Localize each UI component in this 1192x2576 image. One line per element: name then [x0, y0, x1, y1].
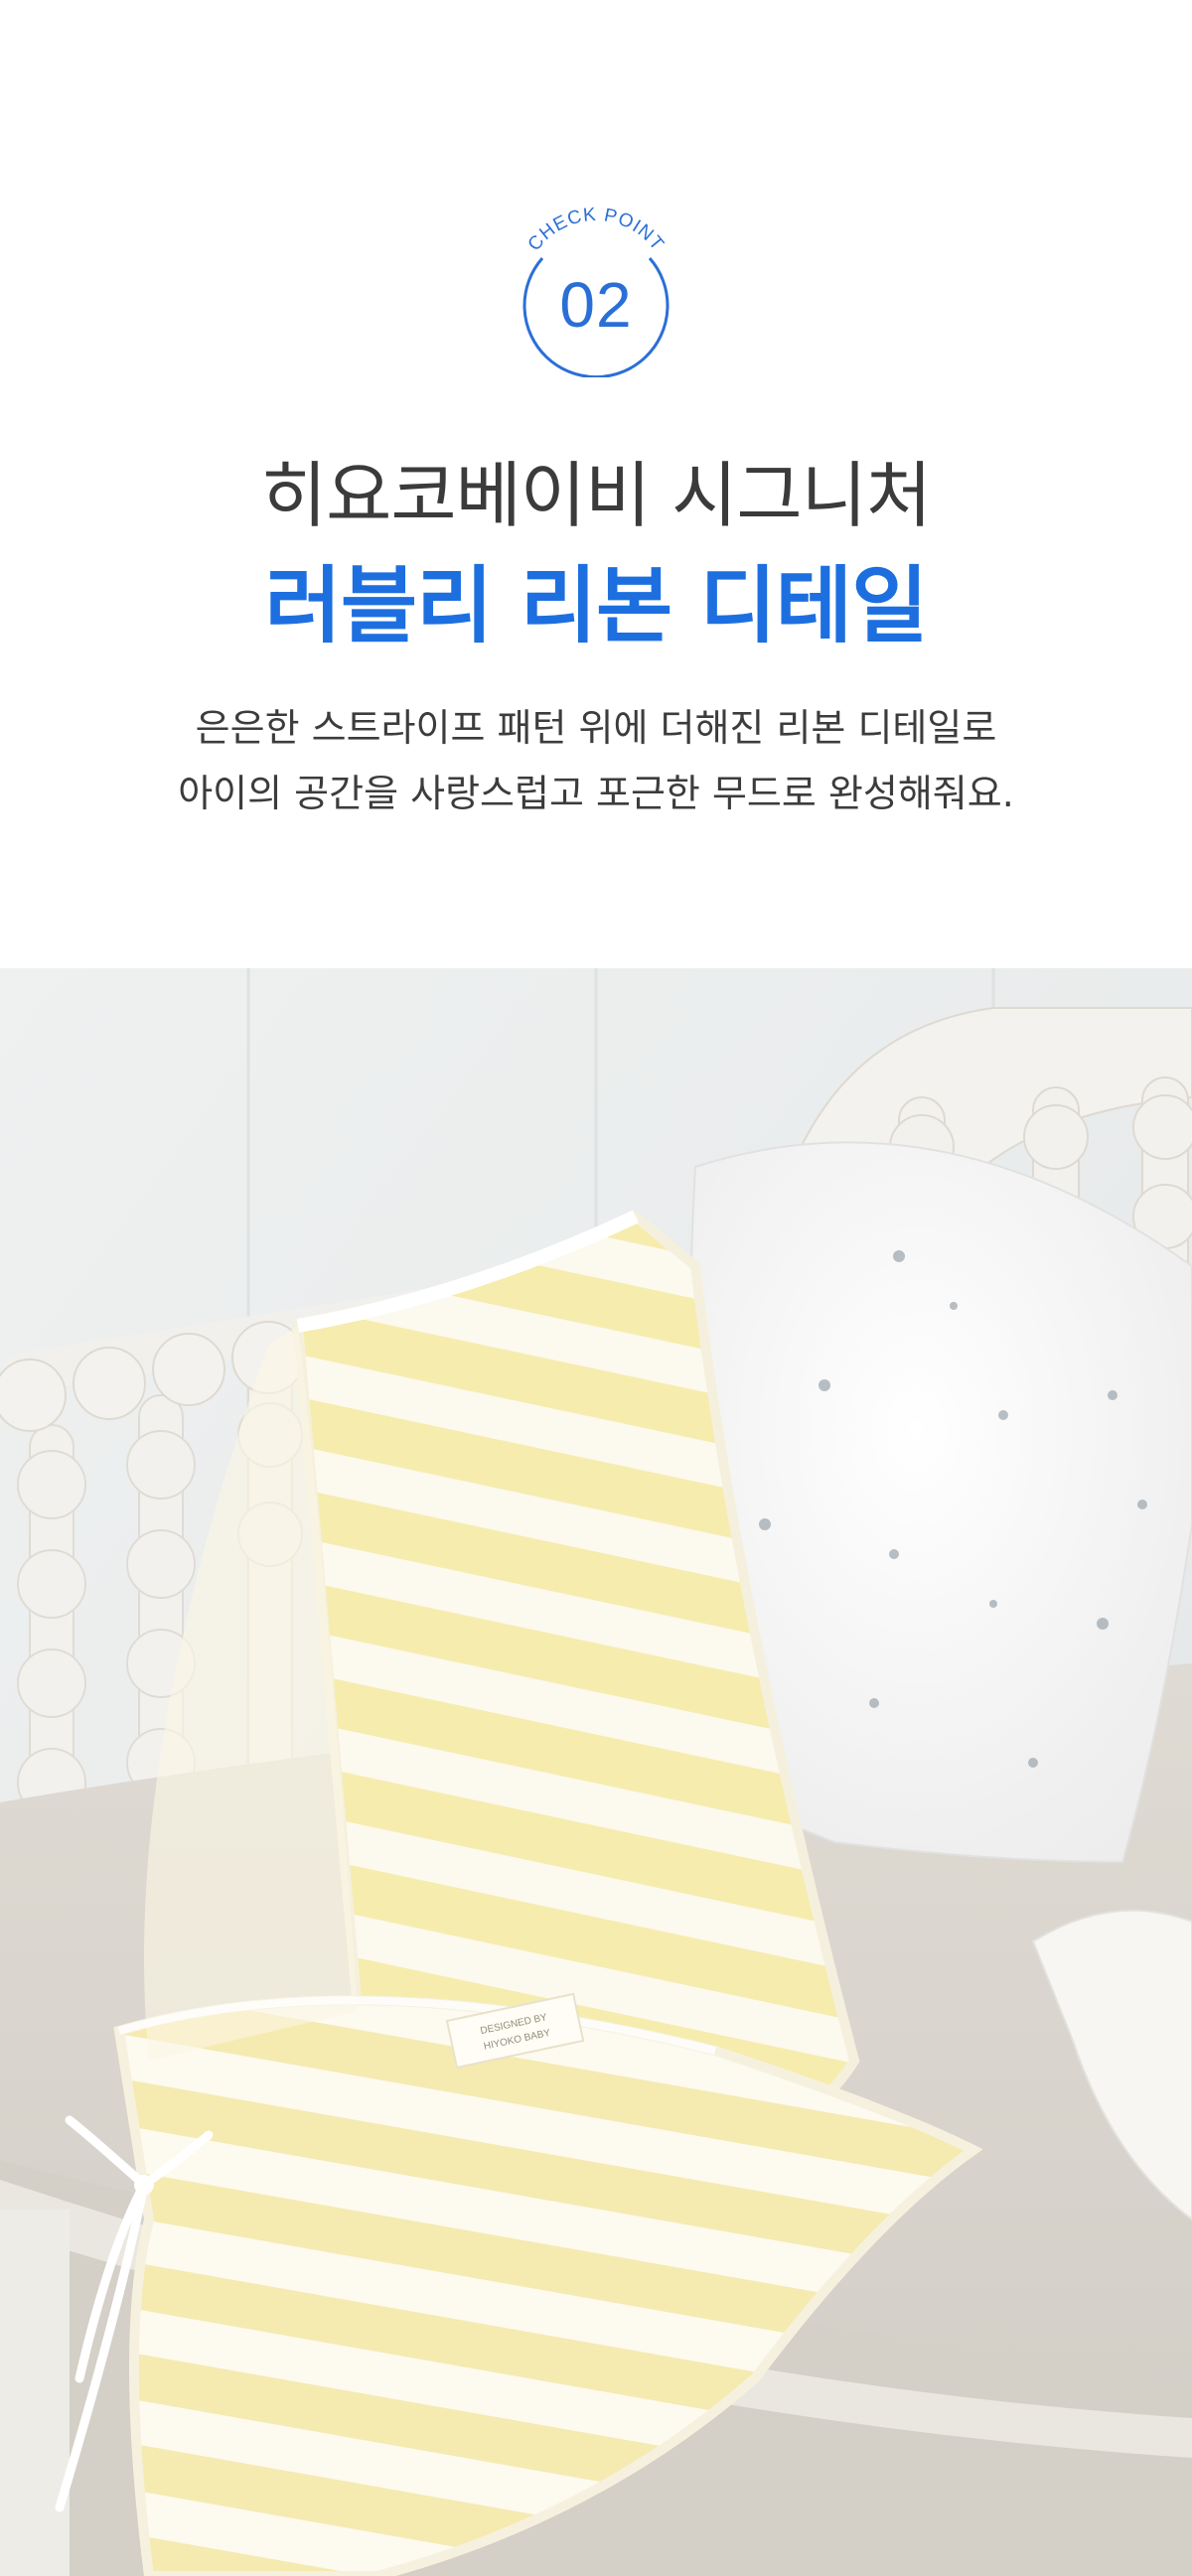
product-photo-illustration: DESIGNED BY HIYOKO BABY	[0, 968, 1192, 2576]
title-line-1: 히요코베이비 시그니처	[260, 454, 932, 537]
description-line-1: 은은한 스트라이프 패턴 위에 더해진 리본 디테일로	[195, 706, 997, 750]
product-detail-page: CHECK POINT 02 히요코베이비 시그니처 러블리 리본 디테일 은은…	[0, 0, 1192, 2576]
check-point-badge: CHECK POINT 02	[501, 189, 691, 377]
badge-number: 02	[559, 269, 633, 341]
description-line-2: 아이의 공간을 사랑스럽고 포근한 무드로 완성해줘요.	[178, 772, 1014, 815]
title-line-2: 러블리 리본 디테일	[264, 557, 929, 654]
checkpoint-section: CHECK POINT 02 히요코베이비 시그니처 러블리 리본 디테일 은은…	[0, 0, 1192, 968]
description: 은은한 스트라이프 패턴 위에 더해진 리본 디테일로 아이의 공간을 사랑스럽…	[0, 695, 1192, 826]
product-photo: DESIGNED BY HIYOKO BABY	[0, 968, 1192, 2576]
